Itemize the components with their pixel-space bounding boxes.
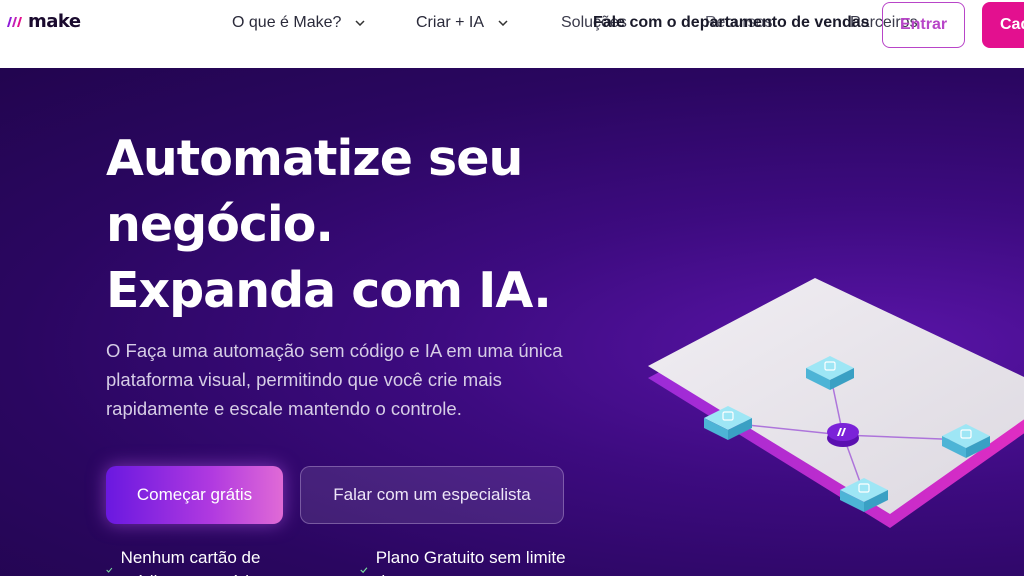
make-hub-icon: [827, 423, 859, 447]
platform-surface: [648, 278, 1024, 514]
hero-title: Automatize seu negócio. Expanda com IA.: [106, 130, 552, 319]
checkmark-icon: [106, 567, 113, 573]
nav-what-is-make[interactable]: O que é Make?: [232, 14, 365, 32]
login-button[interactable]: Entrar: [882, 2, 965, 48]
benefit-no-card-text: Nenhum cartão de crédito necessário: [120, 548, 261, 576]
contact-sales-link[interactable]: Fale com o departamento de vendas: [593, 14, 870, 32]
chevron-down-icon: [355, 20, 365, 26]
workflow-illustration: [648, 278, 1024, 528]
hero-section: Automatize seu negócio. Expanda com IA. …: [0, 68, 1024, 576]
hero-description: O Faça uma automação sem código e IA em …: [106, 340, 563, 419]
start-free-button[interactable]: Começar grátis: [106, 466, 283, 524]
benefit-free-plan: Plano Gratuito sem limite de tempo: [360, 546, 580, 576]
benefit-no-card: Nenhum cartão de crédito necessário: [106, 546, 306, 576]
checkmark-icon: [360, 567, 368, 574]
nav-what-is-make-label: O que é Make?: [232, 14, 342, 31]
signup-button[interactable]: Cadastre-se: [982, 2, 1024, 48]
top-navigation: make O que é Make? Criar + IA Soluções R…: [0, 0, 1024, 68]
benefit-free-plan-text: Plano Gratuito sem limite de tempo: [375, 548, 566, 576]
logo-text: make: [28, 11, 81, 32]
make-logo-icon: [7, 16, 22, 27]
nav-create-ai-label: Criar + IA: [416, 14, 485, 31]
make-logo[interactable]: make: [6, 11, 81, 32]
talk-to-expert-button[interactable]: Falar com um especialista: [300, 466, 564, 524]
nav-create-ai[interactable]: Criar + IA: [416, 14, 508, 32]
chevron-down-icon: [498, 20, 508, 26]
